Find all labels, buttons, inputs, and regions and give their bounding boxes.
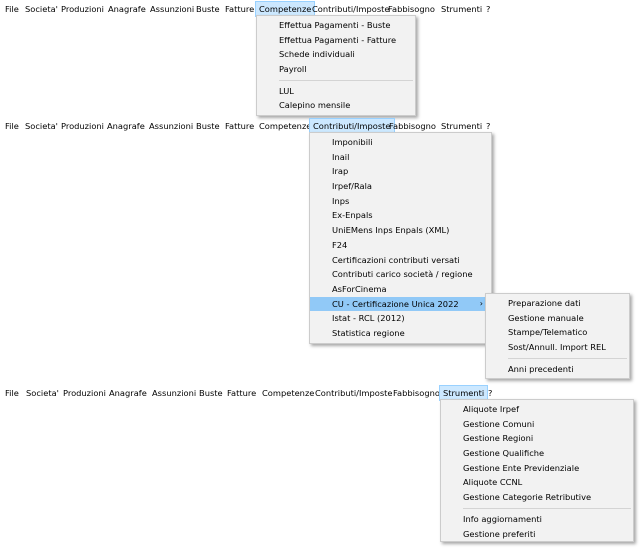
menu-help[interactable]: ? <box>483 2 493 16</box>
menu-item-gestione-qualifiche[interactable]: Gestione Qualifiche <box>441 446 633 461</box>
menu-separator <box>279 79 413 81</box>
contributi-dropdown: Imponibili Inail Irap Irpef/Rala Inps Ex… <box>309 132 492 344</box>
menu-fabbisogno[interactable]: Fabbisogno <box>390 386 443 400</box>
menu-fatture[interactable]: Fatture <box>222 119 257 133</box>
menu-produzioni[interactable]: Produzioni <box>58 119 107 133</box>
menu-item-stampe-telematico[interactable]: Stampe/Telematico <box>486 325 629 340</box>
menu-item-certificazioni-contributi[interactable]: Certificazioni contributi versati <box>310 253 491 268</box>
menu-produzioni[interactable]: Produzioni <box>60 386 109 400</box>
menu-contributi[interactable]: Contributi/Imposte <box>312 386 396 400</box>
menu-item-cu-certificazione-unica[interactable]: CU - Certificazione Unica 2022 › <box>310 296 491 312</box>
menu-item-gestione-regioni[interactable]: Gestione Regioni <box>441 431 633 446</box>
menu-item-info-aggiornamenti[interactable]: Info aggiornamenti <box>441 512 633 527</box>
menu-societa[interactable]: Societa' <box>23 386 62 400</box>
menu-item-imponibili[interactable]: Imponibili <box>310 135 491 150</box>
menu-help[interactable]: ? <box>483 119 493 133</box>
menu-help[interactable]: ? <box>485 386 495 400</box>
menu-item-aliquote-ccnl[interactable]: Aliquote CCNL <box>441 475 633 490</box>
menu-fabbisogno[interactable]: Fabbisogno <box>385 2 438 16</box>
menu-fatture[interactable]: Fatture <box>222 2 257 16</box>
competenze-dropdown: Effettua Pagamenti - Buste Effettua Paga… <box>256 15 416 117</box>
menu-contributi[interactable]: Contributi/Imposte <box>309 2 393 16</box>
menu-item-preparazione-dati[interactable]: Preparazione dati <box>486 296 629 311</box>
menu-anagrafe[interactable]: Anagrafe <box>105 2 149 16</box>
menu-item-calepino-mensile[interactable]: Calepino mensile <box>257 98 415 113</box>
menu-item-irap[interactable]: Irap <box>310 164 491 179</box>
menu-anagrafe[interactable]: Anagrafe <box>104 119 148 133</box>
menu-item-gestione-comuni[interactable]: Gestione Comuni <box>441 417 633 432</box>
menu-file[interactable]: File <box>2 386 22 400</box>
menu-item-sost-annull-import[interactable]: Sost/Annull. Import REL <box>486 340 629 355</box>
menu-strumenti[interactable]: Strumenti <box>438 119 485 133</box>
menu-assunzioni[interactable]: Assunzioni <box>149 386 199 400</box>
menu-buste[interactable]: Buste <box>193 2 223 16</box>
menu-file[interactable]: File <box>2 2 22 16</box>
menu-competenze[interactable]: Competenze <box>259 386 317 400</box>
menu-societa[interactable]: Societa' <box>22 119 61 133</box>
menu-item-effettua-pagamenti-fatture[interactable]: Effettua Pagamenti - Fatture <box>257 33 415 48</box>
menu-item-inps[interactable]: Inps <box>310 194 491 209</box>
menu-strumenti[interactable]: Strumenti <box>438 2 485 16</box>
menu-fatture[interactable]: Fatture <box>224 386 259 400</box>
menu-item-aliquote-irpef[interactable]: Aliquote Irpef <box>441 402 633 417</box>
menu-separator <box>463 507 631 509</box>
chevron-right-icon: › <box>479 298 483 308</box>
menu-buste[interactable]: Buste <box>193 119 223 133</box>
menu-item-schede-individuali[interactable]: Schede individuali <box>257 47 415 62</box>
menu-produzioni[interactable]: Produzioni <box>58 2 107 16</box>
menu-assunzioni[interactable]: Assunzioni <box>147 2 197 16</box>
menu-item-label: CU - Certificazione Unica 2022 <box>332 298 459 309</box>
menu-item-gestione-ente-previdenziale[interactable]: Gestione Ente Previdenziale <box>441 461 633 476</box>
menu-file[interactable]: File <box>2 119 22 133</box>
menu-item-payroll[interactable]: Payroll <box>257 62 415 77</box>
menu-fabbisogno[interactable]: Fabbisogno <box>386 119 439 133</box>
menu-item-ex-enpals[interactable]: Ex-Enpals <box>310 208 491 223</box>
menu-item-statistica-regione[interactable]: Statistica regione <box>310 326 491 341</box>
cu-submenu: Preparazione dati Gestione manuale Stamp… <box>485 293 630 380</box>
menu-anagrafe[interactable]: Anagrafe <box>106 386 150 400</box>
menu-item-gestione-categorie-retributive[interactable]: Gestione Categorie Retributive <box>441 490 633 505</box>
menu-item-inail[interactable]: Inail <box>310 150 491 165</box>
menu-buste[interactable]: Buste <box>196 386 226 400</box>
menu-item-asforcinema[interactable]: AsForCinema <box>310 282 491 297</box>
menu-item-istat-rcl[interactable]: Istat - RCL (2012) <box>310 311 491 326</box>
menu-separator <box>508 357 627 359</box>
menu-assunzioni[interactable]: Assunzioni <box>146 119 196 133</box>
menu-competenze[interactable]: Competenze <box>256 119 314 133</box>
menu-item-gestione-manuale[interactable]: Gestione manuale <box>486 311 629 326</box>
menu-item-anni-precedenti[interactable]: Anni precedenti <box>486 362 629 377</box>
menu-item-irpef-rala[interactable]: Irpef/Rala <box>310 179 491 194</box>
menu-item-lul[interactable]: LUL <box>257 84 415 99</box>
strumenti-dropdown: Aliquote Irpef Gestione Comuni Gestione … <box>440 399 634 542</box>
menu-societa[interactable]: Societa' <box>22 2 61 16</box>
menu-item-f24[interactable]: F24 <box>310 238 491 253</box>
menu-item-contributi-carico[interactable]: Contributi carico società / regione <box>310 267 491 282</box>
menu-item-gestione-preferiti[interactable]: Gestione preferiti <box>441 527 633 542</box>
menu-item-uniemens[interactable]: UniEMens Inps Enpals (XML) <box>310 223 491 238</box>
menu-item-effettua-pagamenti-buste[interactable]: Effettua Pagamenti - Buste <box>257 18 415 33</box>
